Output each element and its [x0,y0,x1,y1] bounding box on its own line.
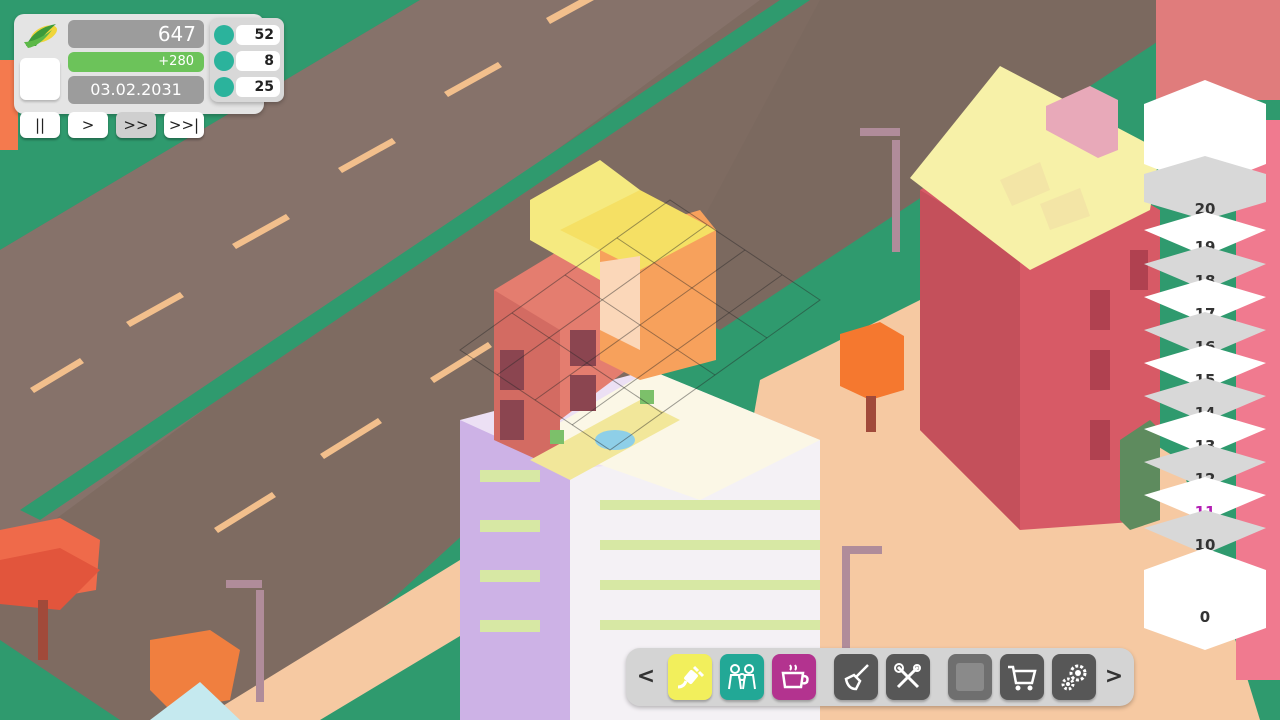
floor-selector: 30 20 19 18 17 16 15 14 13 12 11 [1144,80,1266,650]
pause-button[interactable]: || [20,112,60,138]
broom-icon [844,664,869,691]
corn-icon [20,20,68,50]
family-icon [728,664,756,690]
water-value: 52 [236,25,280,45]
game-date: 03.02.2031 [68,76,204,104]
resident-stat: 8 [214,50,280,72]
fast-forward-button[interactable]: >> [116,112,156,138]
stats-panel: 52 8 25 [210,18,284,102]
build-toolbar: < > [626,648,1134,706]
resident-icon [214,51,234,71]
selected-item-slot[interactable] [20,58,60,100]
clean-tool[interactable] [834,654,878,700]
people-value: 25 [236,77,280,97]
resident-value: 8 [236,51,280,71]
shop-tool[interactable] [1000,654,1044,700]
power-plug-tool[interactable] [668,654,712,700]
water-icon [214,25,234,45]
toolbar-prev-button[interactable]: < [634,656,658,698]
residents-tool[interactable] [720,654,764,700]
toolbar-next-button[interactable]: > [1102,656,1126,698]
fastest-button[interactable]: >>| [164,112,204,138]
people-stat: 25 [214,76,280,98]
floor-0[interactable]: 0 [1144,548,1266,650]
blank-tool[interactable] [948,654,992,700]
income-indicator: +280 [68,52,204,72]
wrench-screwdriver-icon [894,663,921,689]
money-counter: 647 [68,20,204,48]
people-icon [214,77,234,97]
coffee-cup-icon [781,664,809,689]
floor-20[interactable]: 20 [1144,156,1266,220]
play-button[interactable]: > [68,112,108,138]
shopping-cart-icon [1008,665,1037,691]
power-plug-icon [677,665,705,689]
blank-tile-icon [956,663,984,691]
settings-tool[interactable] [1052,654,1096,700]
repair-tool[interactable] [886,654,930,700]
water-stat: 52 [214,24,280,46]
gears-icon [1061,664,1087,691]
cafe-tool[interactable] [772,654,816,700]
